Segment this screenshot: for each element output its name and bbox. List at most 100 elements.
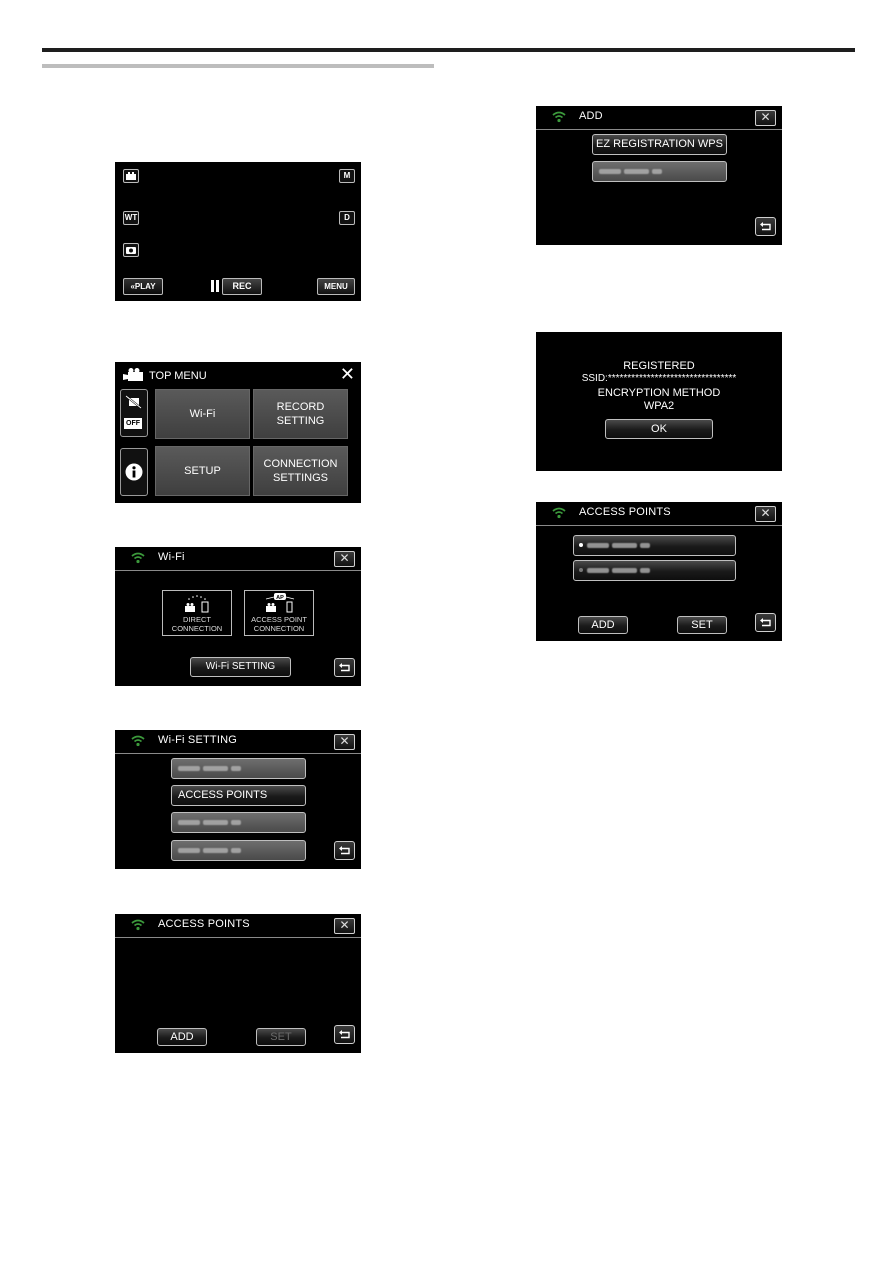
tile-record-setting-label: RECORD SETTING [276, 401, 325, 427]
access-point-entry[interactable] [573, 560, 736, 581]
blurred-text [178, 819, 200, 825]
zoom-wt-button[interactable]: WT [123, 211, 139, 225]
wifi-setting-button[interactable]: Wi-Fi SETTING [190, 657, 291, 677]
radio-unselected-icon [579, 568, 583, 573]
tile-setup-label: SETUP [184, 465, 221, 477]
back-arrow-icon [339, 846, 350, 855]
blurred-text [652, 168, 662, 174]
silent-mode-toggle[interactable]: OFF [120, 389, 148, 437]
add-button[interactable]: ADD [578, 616, 628, 634]
direct-connection-button[interactable]: DIRECT CONNECTION [162, 590, 232, 636]
off-badge: OFF [124, 418, 142, 429]
silent-mode-icon [125, 395, 142, 409]
back-arrow-icon [760, 618, 771, 627]
direct-connection-label: DIRECT CONNECTION [171, 615, 223, 633]
tile-connection-settings-label: CONNECTION SETTINGS [263, 458, 338, 484]
blurred-text [231, 847, 241, 853]
back-arrow-icon [339, 1030, 350, 1039]
close-button[interactable]: ✕ [755, 110, 776, 126]
screen-header: ADD ✕ [536, 106, 782, 130]
page-header-rule [42, 48, 855, 52]
set-button[interactable]: SET [677, 616, 727, 634]
screen-title: Wi-Fi [158, 551, 185, 563]
tile-wifi-label: Wi-Fi [189, 408, 216, 420]
add-item-2[interactable] [592, 161, 727, 182]
ok-button[interactable]: OK [605, 419, 713, 439]
access-points-list-screen: ACCESS POINTS ✕ ADD SET [536, 502, 782, 641]
blurred-text [640, 567, 650, 573]
registered-screen: REGISTERED SSID:************************… [536, 332, 782, 471]
encryption-method-value: WPA2 [643, 400, 675, 412]
access-point-entry-selected[interactable] [573, 535, 736, 556]
back-button[interactable] [755, 217, 776, 236]
screen-header: Wi-Fi SETTING ✕ [115, 730, 361, 754]
tile-setup[interactable]: SETUP [155, 446, 250, 496]
record-screen: WT M D «PLAY REC MENU [115, 162, 361, 301]
close-button[interactable]: ✕ [334, 918, 355, 934]
wifi-icon [552, 111, 566, 123]
back-button[interactable] [755, 613, 776, 632]
wifi-setting-item-4[interactable] [171, 840, 306, 861]
screen-title: ACCESS POINTS [158, 918, 250, 930]
blurred-text [231, 819, 241, 825]
tile-connection-settings[interactable]: CONNECTION SETTINGS [253, 446, 348, 496]
tile-record-setting[interactable]: RECORD SETTING [253, 389, 348, 439]
access-point-connection-button[interactable]: AP ACCESS POINT CONNECTION [244, 590, 314, 636]
play-label: PLAY [134, 282, 156, 291]
wifi-icon [131, 552, 145, 564]
access-point-connection-label: ACCESS POINT CONNECTION [251, 615, 307, 633]
back-button[interactable] [334, 841, 355, 860]
menu-button[interactable]: MENU [317, 278, 355, 295]
manual-mode-button[interactable]: M [339, 169, 355, 183]
blurred-text [587, 542, 609, 548]
blurred-text [178, 847, 200, 853]
back-button[interactable] [334, 1025, 355, 1044]
screen-header: ACCESS POINTS ✕ [115, 914, 361, 938]
radio-selected-icon [579, 543, 583, 548]
ez-registration-wps-button[interactable]: EZ REGISTRATION WPS [592, 134, 727, 155]
pause-icon [211, 280, 219, 292]
blurred-text [203, 765, 228, 771]
ssid-text: SSID:********************************* [581, 373, 737, 384]
access-points-menu-item[interactable]: ACCESS POINTS [171, 785, 306, 806]
display-button[interactable]: D [339, 211, 355, 225]
blurred-text [178, 765, 200, 771]
info-button[interactable] [120, 448, 148, 496]
wifi-icon [131, 735, 145, 747]
encryption-method-label: ENCRYPTION METHOD [597, 387, 721, 399]
blurred-text [587, 567, 609, 573]
back-button[interactable] [334, 658, 355, 677]
registered-heading: REGISTERED [623, 360, 695, 372]
wifi-setting-item-3[interactable] [171, 812, 306, 833]
snapshot-camera-icon[interactable] [123, 243, 139, 257]
screen-header: Wi-Fi ✕ [115, 547, 361, 571]
video-mode-icon[interactable] [123, 169, 139, 183]
blurred-text [624, 168, 649, 174]
close-button[interactable]: ✕ [334, 551, 355, 567]
close-icon[interactable]: ✕ [340, 364, 355, 385]
rec-button[interactable]: REC [222, 278, 262, 295]
screen-title: ADD [579, 110, 603, 122]
set-button-disabled[interactable]: SET [256, 1028, 306, 1046]
back-arrow-icon [760, 222, 771, 231]
wifi-setting-item-1[interactable] [171, 758, 306, 779]
back-arrow-icon [339, 663, 350, 672]
wifi-icon [552, 507, 566, 519]
access-point-icon: AP [265, 593, 295, 613]
blurred-text [203, 819, 228, 825]
blurred-text [231, 765, 241, 771]
video-camera-icon [123, 368, 143, 381]
direct-connection-icon [185, 595, 209, 613]
ap-badge-text: AP [276, 595, 284, 601]
blurred-text [640, 542, 650, 548]
screen-header: ACCESS POINTS ✕ [536, 502, 782, 526]
close-button[interactable]: ✕ [755, 506, 776, 522]
tile-wifi[interactable]: Wi-Fi [155, 389, 250, 439]
wifi-icon [131, 919, 145, 931]
add-button[interactable]: ADD [157, 1028, 207, 1046]
top-menu-screen: TOP MENU ✕ OFF Wi-Fi RECORD SETTING SETU… [115, 362, 361, 503]
close-button[interactable]: ✕ [334, 734, 355, 750]
play-button[interactable]: «PLAY [123, 278, 163, 295]
info-icon [125, 463, 143, 481]
screen-title: ACCESS POINTS [579, 506, 671, 518]
